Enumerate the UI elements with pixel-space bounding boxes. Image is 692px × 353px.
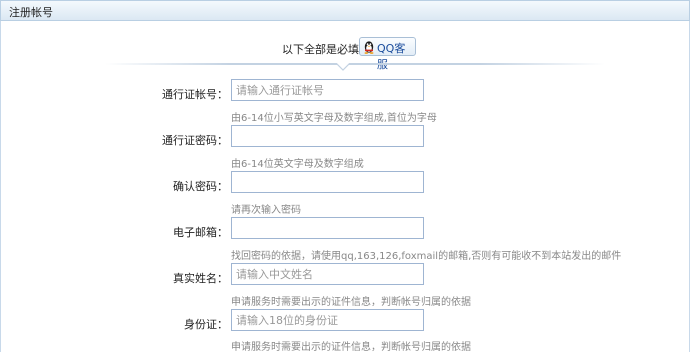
email-label: 电子邮箱：: [173, 226, 228, 239]
id-card-input[interactable]: [231, 309, 424, 331]
account-hint: 由6-14位小写英文字母及数字组成,首位为字母: [231, 113, 437, 124]
panel-title: 注册帐号: [9, 6, 53, 19]
password-input[interactable]: [231, 125, 424, 147]
confirm-password-label: 确认密码：: [173, 180, 228, 193]
qq-penguin-icon: [364, 41, 374, 54]
required-notice: 以下全部是必填项: [282, 43, 370, 56]
real-name-input[interactable]: [231, 263, 424, 285]
password-label: 通行证密码：: [162, 134, 228, 147]
email-input[interactable]: [231, 217, 424, 239]
id-card-hint: 申请服务时需要出示的证件信息，判断帐号归属的依据: [231, 342, 471, 353]
confirm-password-hint: 请再次输入密码: [231, 205, 301, 216]
id-card-label: 身份证：: [184, 318, 228, 331]
section-divider: [105, 63, 605, 65]
confirm-password-input[interactable]: [231, 171, 424, 193]
account-input[interactable]: [231, 79, 424, 101]
password-hint: 由6-14位英文字母及数字组成: [231, 159, 364, 170]
real-name-hint: 申请服务时需要出示的证件信息，判断帐号归属的依据: [231, 297, 471, 308]
qq-service-button[interactable]: QQ客服: [359, 37, 416, 71]
account-label: 通行证帐号：: [162, 88, 228, 101]
qq-service-label: QQ客服: [377, 42, 406, 71]
panel-title-bar: 注册帐号: [0, 0, 690, 21]
real-name-label: 真实姓名：: [173, 272, 228, 285]
divider-notch-icon: [336, 63, 350, 71]
email-hint: 找回密码的依据，请使用qq,163,126,foxmail的邮箱,否则有可能收不…: [231, 251, 622, 262]
